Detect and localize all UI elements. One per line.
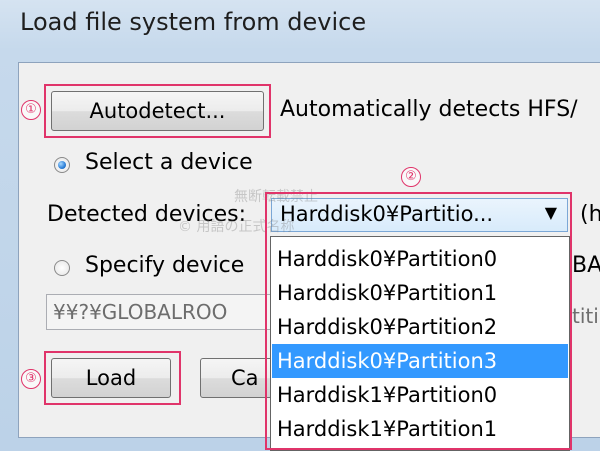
dropdown-option[interactable]: Harddisk1¥Partition0 [272, 378, 568, 412]
watermark-text: 無断転載禁止 [234, 189, 318, 205]
load-button[interactable]: Load [51, 358, 171, 398]
specify-device-radio[interactable] [54, 260, 70, 276]
dropdown-option[interactable]: Harddisk0¥Partition2 [272, 310, 568, 344]
annotation-marker-1: ① [21, 100, 41, 120]
device-dropdown-list: Harddisk0¥Partition0 Harddisk0¥Partition… [270, 236, 570, 451]
dialog-window: Load file system from device Autodetect.… [0, 0, 600, 451]
dropdown-option[interactable]: Harddisk1¥Partition1 [272, 412, 568, 446]
annotation-marker-2: ② [401, 167, 421, 187]
select-device-label: Select a device [85, 150, 253, 175]
specify-device-trailing: BA [572, 253, 600, 278]
autodetect-description: Automatically detects HFS/ [280, 97, 578, 122]
cancel-button[interactable]: Ca [200, 358, 275, 398]
specify-device-label: Specify device [85, 253, 245, 278]
autodetect-button[interactable]: Autodetect... [51, 91, 264, 131]
annotation-marker-3: ③ [21, 369, 41, 389]
select-device-radio[interactable] [54, 157, 70, 173]
window-title: Load file system from device [20, 8, 367, 36]
chevron-down-icon: ▼ [544, 203, 557, 222]
dropdown-option-selected[interactable]: Harddisk0¥Partition3 [272, 344, 568, 378]
device-path-input[interactable]: ¥¥?¥GLOBALROO [46, 294, 276, 330]
dropdown-option[interactable]: Harddisk0¥Partition0 [272, 242, 568, 276]
device-path-trailing: titi [572, 304, 599, 328]
dropdown-option[interactable]: Harddisk0¥Partition1 [272, 276, 568, 310]
watermark-text-2: © 用語の正式名称 [178, 219, 295, 235]
detected-devices-trailing: (h [580, 202, 600, 227]
